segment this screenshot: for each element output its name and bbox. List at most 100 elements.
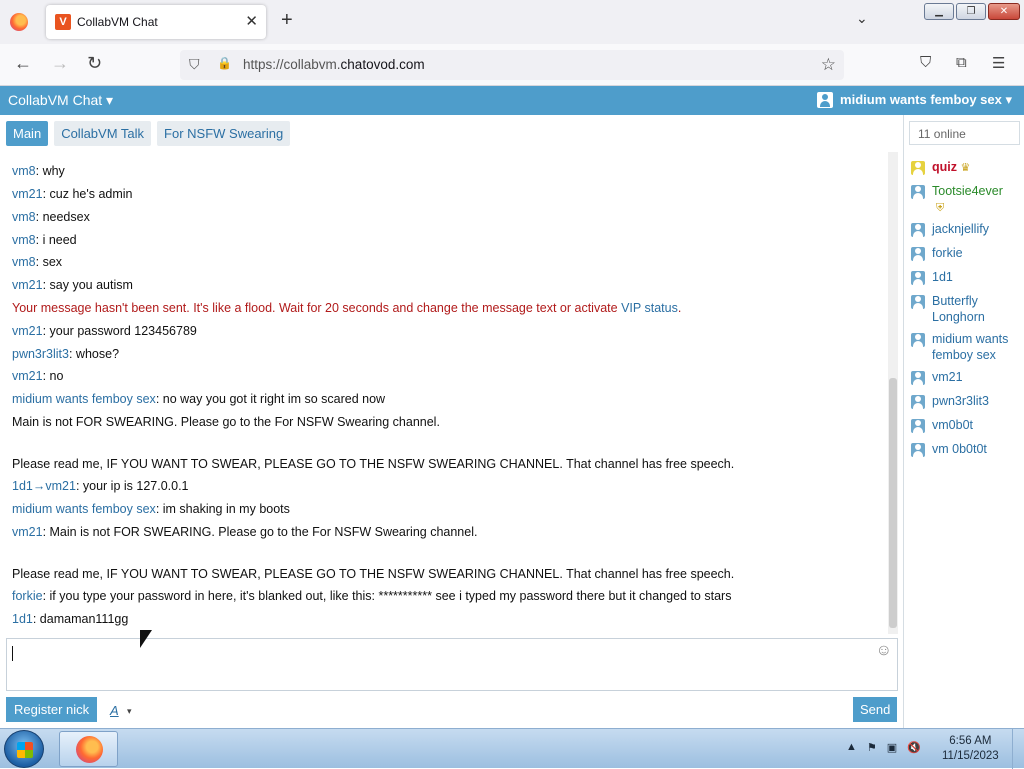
system-tray: ▲ ⚑ ▣ 🔇 [846,741,921,754]
error-text: Your message hasn't been sent. It's like… [12,301,622,315]
action-center-flag-icon[interactable]: ⚑ [867,741,877,754]
reload-icon[interactable]: ↻ [87,53,102,74]
message-nick[interactable]: vm21 [12,369,43,383]
message-nick[interactable]: midium wants femboy sex [12,392,156,406]
scrollbar-thumb[interactable] [889,378,897,628]
user-icon [911,295,925,309]
font-dropdown-icon[interactable]: ▾ [127,706,132,717]
user-icon [911,443,925,457]
user-avatar-icon [817,92,834,108]
current-user-name: midium wants femboy sex ▾ [840,92,1012,107]
url-text[interactable]: https://collabvm.chatovod.com [243,57,425,72]
message: forkie: if you type your password in her… [12,588,731,604]
message-text: : Main is not FOR SWEARING. Please go to… [42,525,478,539]
message-nick[interactable]: vm21 [12,525,43,539]
taskbar-firefox-button[interactable] [59,731,118,767]
menu-icon[interactable]: ☰ [992,54,1005,72]
message-nick[interactable]: forkie [12,589,43,603]
minimize-button[interactable]: ▁ [924,3,954,20]
tab-main[interactable]: Main [6,121,49,146]
app-title-menu[interactable]: CollabVM Chat ▾ [8,92,113,109]
url-domain: chatovod.com [340,57,425,72]
close-window-button[interactable]: ✕ [988,3,1020,20]
message-nick[interactable]: midium wants femboy sex [12,502,156,516]
tracking-protection-shield-icon[interactable]: ⛉ [189,56,200,73]
vip-status-link[interactable]: VIP status [621,301,678,315]
message-text: : cuz he's admin [42,187,133,201]
window-controls: ▁ ❐ ✕ [924,3,1020,20]
tab-for-nsfw-swearing[interactable]: For NSFW Swearing [157,121,291,146]
taskbar-clock[interactable]: 6:56 AM 11/15/2023 [942,734,999,764]
message-text: : your password 123456789 [42,324,197,338]
online-count: 11 online [909,121,1020,145]
message: pwn3r3lit3: whose? [12,346,119,362]
text-caret [12,646,13,661]
message-nick[interactable]: vm8 [12,255,36,269]
user-name: vm21 [932,370,963,384]
register-nick-button[interactable]: Register nick [6,697,98,722]
close-tab-icon[interactable]: ✕ [245,12,258,30]
user-icon [911,247,925,261]
mouse-cursor-icon [140,630,152,648]
message-nick[interactable]: pwn3r3lit3 [12,347,69,361]
lock-icon[interactable]: 🔒 [217,56,232,70]
message: vm8: sex [12,254,62,270]
message-text: : sex [35,255,63,269]
user-icon [911,161,925,175]
firefox-menu-icon[interactable] [10,13,28,31]
message-nick[interactable]: 1d1→vm21 [12,479,76,493]
maximize-button[interactable]: ❐ [956,3,986,20]
bookmark-star-icon[interactable]: ☆ [821,55,836,75]
error-tail: . [677,301,682,315]
message-scrollbar[interactable] [888,152,898,634]
message-text: : no way you got it right im so scared n… [155,392,386,406]
message-nick[interactable]: 1d1 [12,612,33,626]
message-nick[interactable]: vm21 [12,324,43,338]
smiley-icon[interactable]: ☺ [876,642,892,660]
message-nick[interactable]: vm21 [12,278,43,292]
pocket-icon[interactable]: ⛉ [920,54,931,71]
message-nick[interactable]: vm8 [12,233,36,247]
show-desktop-button[interactable] [1012,729,1024,769]
user-name: Tootsie4ever ⛨ [932,184,1003,214]
message: 1d1: damaman111gg [12,611,128,627]
list-all-tabs-icon[interactable]: ⌄ [856,10,868,27]
message-nick[interactable]: vm8 [12,210,36,224]
tab-title: CollabVM Chat [77,15,158,29]
message: vm21: say you autism [12,277,133,293]
user-icon [911,185,925,199]
message-nick[interactable]: vm8 [12,164,36,178]
forward-icon[interactable]: → [51,53,69,74]
message: vm21: Main is not FOR SWEARING. Please g… [12,524,477,540]
system-message: Main is not FOR SWEARING. Please go to t… [12,415,440,429]
message-text: : damaman111gg [32,612,129,626]
send-button[interactable]: Send [853,697,898,722]
user-icon [911,223,925,237]
user-name: forkie [932,246,963,260]
user-name: vm0b0t [932,418,973,432]
show-hidden-icons-icon[interactable]: ▲ [846,741,857,754]
user-icon [911,271,925,285]
message-nick[interactable]: vm21 [12,187,43,201]
user-menu[interactable]: midium wants femboy sex ▾ [817,92,1012,108]
message: vm8: why [12,163,65,179]
message: vm21: your password 123456789 [12,323,197,339]
network-icon[interactable]: ▣ [887,741,897,754]
message-text: : why [35,164,65,178]
browser-tab-collabvm-chat[interactable]: V CollabVM Chat ✕ [46,5,266,39]
tab-collabvm-talk[interactable]: CollabVM Talk [54,121,152,146]
new-tab-icon[interactable]: + [281,9,293,32]
user-name: quiz ♛ [932,160,971,174]
message: vm21: no [12,368,63,384]
volume-muted-icon[interactable]: 🔇 [907,741,921,754]
start-button[interactable] [4,730,44,768]
url-bar[interactable]: ⛉ 🔒 https://collabvm.chatovod.com ☆ [180,50,844,80]
clock-time: 6:56 AM [949,735,992,747]
extensions-icon[interactable]: ⧉ [956,54,967,71]
user-icon [911,333,925,347]
user-name: pwn3r3lit3 [932,394,989,408]
user-name: vm 0b0t0t [932,442,987,456]
message-text: : if you type your password in here, it'… [42,589,732,603]
font-style-icon[interactable]: A [110,703,119,718]
back-icon[interactable]: ← [14,53,32,74]
